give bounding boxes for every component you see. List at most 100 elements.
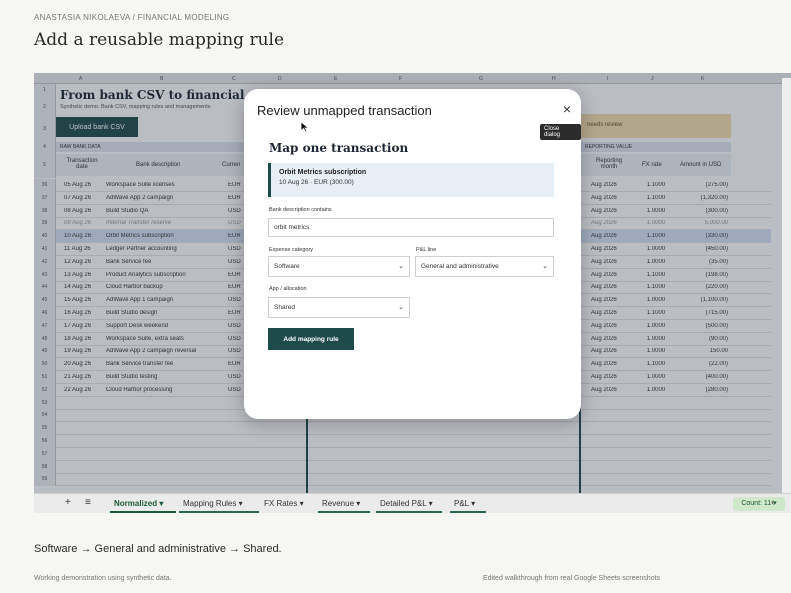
table-cell[interactable]: 1.1000	[641, 284, 671, 290]
column-header[interactable]: B	[160, 76, 163, 82]
table-cell[interactable]: Bank Service transfer fee	[106, 361, 216, 367]
add-mapping-rule-button[interactable]: Add mapping rule	[268, 328, 354, 350]
add-sheet-button[interactable]: +	[65, 497, 71, 508]
table-cell[interactable]: 09 Aug 26	[64, 220, 104, 226]
pl-line-select[interactable]: General and administrative ⌄	[415, 256, 554, 277]
tabs-scroll-left-icon[interactable]: ‹	[771, 497, 774, 508]
table-cell[interactable]: AdWave App 1 campaign	[106, 297, 216, 303]
column-header[interactable]: J	[651, 76, 654, 82]
table-cell[interactable]: Workspace Suite, extra seats	[106, 336, 216, 342]
table-cell[interactable]: 05 Aug 26	[64, 182, 104, 188]
table-cell[interactable]: Aug 2026	[591, 348, 627, 354]
column-header[interactable]: H	[552, 76, 556, 82]
row-number[interactable]: 49	[34, 345, 56, 359]
table-cell[interactable]: Support Desk weekend	[106, 323, 216, 329]
table-cell[interactable]: 1.0000	[641, 297, 671, 303]
selection-count-badge[interactable]: Count: 11 ▾	[733, 497, 785, 511]
table-cell[interactable]: 1.0000	[641, 348, 671, 354]
row-number[interactable]: 40	[34, 230, 56, 243]
table-cell[interactable]: (198.00)	[684, 272, 728, 278]
table-cell[interactable]: (220.00)	[684, 284, 728, 290]
table-row[interactable]	[56, 422, 771, 436]
table-cell[interactable]: 20 Aug 26	[64, 361, 104, 367]
row-number[interactable]: 5	[34, 153, 56, 178]
table-cell[interactable]: Aug 2026	[591, 195, 627, 201]
table-cell[interactable]: Aug 2026	[591, 208, 627, 214]
table-cell[interactable]: (1,100.00)	[684, 297, 728, 303]
table-cell[interactable]: 11 Aug 26	[64, 246, 104, 252]
table-cell[interactable]: Aug 2026	[591, 387, 627, 393]
table-cell[interactable]: 1.0000	[641, 259, 671, 265]
table-cell[interactable]: Aug 2026	[591, 310, 627, 316]
table-cell[interactable]: Aug 2026	[591, 259, 627, 265]
row-number[interactable]: 37	[34, 191, 56, 205]
table-cell[interactable]: Aug 2026	[591, 182, 627, 188]
row-number[interactable]: 57	[34, 447, 56, 461]
close-icon[interactable]: ×	[563, 101, 571, 117]
table-cell[interactable]: Product Analytics subscription	[106, 272, 216, 278]
table-cell[interactable]: 18 Aug 26	[64, 336, 104, 342]
row-number[interactable]: 45	[34, 294, 56, 307]
table-cell[interactable]: 21 Aug 26	[64, 374, 104, 380]
table-cell[interactable]: 12 Aug 26	[64, 259, 104, 265]
table-cell[interactable]: 1.0000	[641, 374, 671, 380]
table-cell[interactable]: (715.00)	[684, 310, 728, 316]
tab-pl[interactable]: P&L ▾	[454, 499, 475, 508]
row-number[interactable]: 46	[34, 307, 56, 320]
table-row[interactable]	[56, 473, 771, 487]
column-header[interactable]: K	[701, 76, 704, 82]
table-cell[interactable]: 15 Aug 26	[64, 297, 104, 303]
table-cell[interactable]: 13 Aug 26	[64, 272, 104, 278]
column-header[interactable]: G	[479, 76, 483, 82]
table-cell[interactable]: 1.1000	[641, 233, 671, 239]
table-cell[interactable]: (450.00)	[684, 246, 728, 252]
table-cell[interactable]: Workspace Suite licenses	[106, 182, 216, 188]
column-header[interactable]: E	[334, 76, 337, 82]
table-cell[interactable]: Build Studio QA	[106, 208, 216, 214]
sheet-subtitle[interactable]: Synthetic demo. Bank CSV, mapping rules …	[60, 104, 211, 110]
vertical-scrollbar[interactable]	[782, 78, 791, 498]
row-number[interactable]: 39	[34, 217, 56, 231]
table-cell[interactable]: Build Studio testing	[106, 374, 216, 380]
table-cell[interactable]: 16 Aug 26	[64, 310, 104, 316]
tab-fx-rates[interactable]: FX Rates ▾	[264, 499, 304, 508]
table-cell[interactable]: Cloud Harbor backup	[106, 284, 216, 290]
table-cell[interactable]: 17 Aug 26	[64, 323, 104, 329]
table-cell[interactable]: Aug 2026	[591, 233, 627, 239]
row-number[interactable]: 42	[34, 255, 56, 269]
table-cell[interactable]: (90.00)	[684, 336, 728, 342]
table-cell[interactable]: 1.1000	[641, 310, 671, 316]
row-number[interactable]: 43	[34, 268, 56, 282]
table-cell[interactable]: 1.0000	[641, 336, 671, 342]
row-number[interactable]: 51	[34, 371, 56, 384]
table-cell[interactable]: 5,000.00	[684, 220, 728, 226]
table-cell[interactable]: Ledger Partner accounting	[106, 246, 216, 252]
description-input[interactable]: orbit metrics	[268, 218, 554, 237]
row-number[interactable]: 38	[34, 204, 56, 218]
expense-category-select[interactable]: Software ⌄	[268, 256, 410, 277]
tab-detailed-pl[interactable]: Detailed P&L ▾	[380, 499, 433, 508]
table-cell[interactable]: 1.0000	[641, 387, 671, 393]
row-number[interactable]: 3	[34, 117, 56, 141]
all-sheets-menu-icon[interactable]: ≡	[85, 497, 91, 508]
table-cell[interactable]: (280.00)	[684, 387, 728, 393]
table-cell[interactable]: Bank Service fee	[106, 259, 216, 265]
row-number[interactable]: 4	[34, 141, 56, 153]
table-cell[interactable]: 1.0000	[641, 246, 671, 252]
row-number[interactable]: 56	[34, 435, 56, 448]
column-header[interactable]: D	[278, 76, 282, 82]
table-row[interactable]	[56, 435, 771, 448]
table-cell[interactable]: (35.00)	[684, 259, 728, 265]
table-cell[interactable]: 1.1000	[641, 272, 671, 278]
table-cell[interactable]: (400.00)	[684, 374, 728, 380]
row-number[interactable]: 36	[34, 179, 56, 192]
row-number[interactable]: 41	[34, 243, 56, 256]
table-cell[interactable]: 1.1000	[641, 195, 671, 201]
row-number[interactable]: 55	[34, 422, 56, 435]
table-cell[interactable]: 1.1000	[641, 361, 671, 367]
upload-csv-button[interactable]: Upload bank CSV	[56, 117, 138, 137]
needs-review-banner[interactable]: needs review	[581, 114, 731, 138]
table-cell[interactable]: 22 Aug 26	[64, 387, 104, 393]
row-number[interactable]: 47	[34, 319, 56, 333]
table-cell[interactable]: Orbit Metrics subscription	[106, 233, 216, 239]
